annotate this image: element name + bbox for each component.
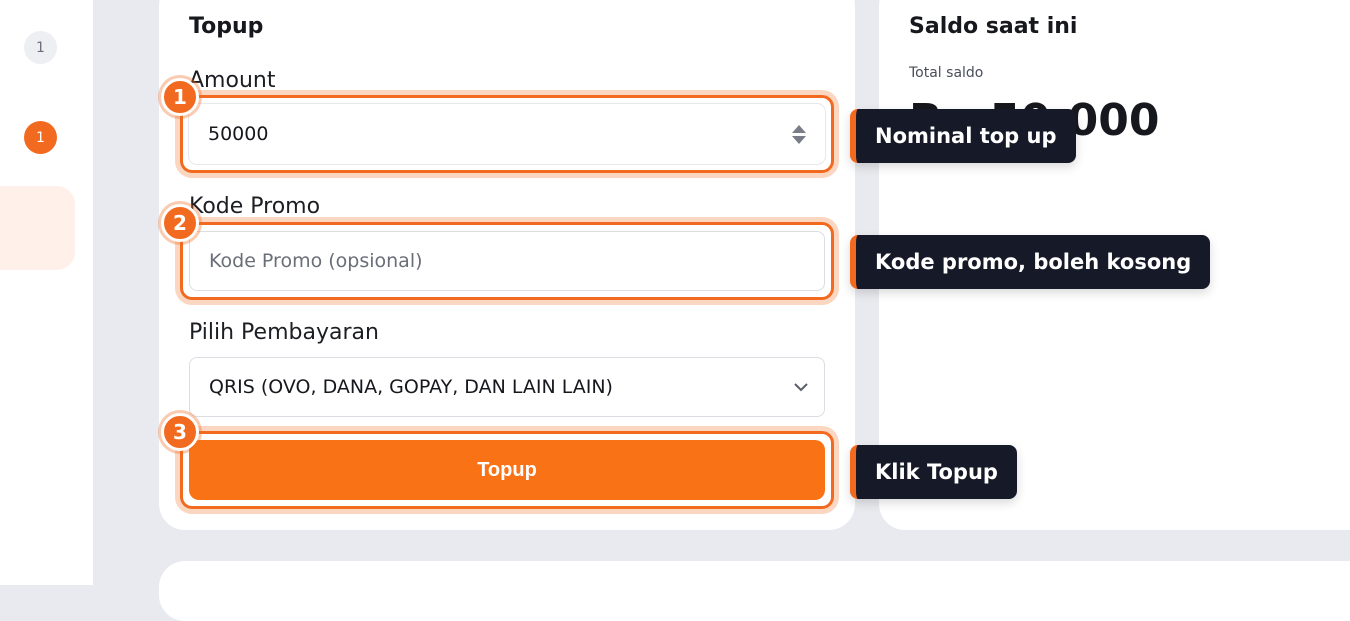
balance-title: Saldo saat ini — [909, 14, 1078, 39]
tour-step-badge-3: 3 — [161, 413, 199, 451]
promo-placeholder: Kode Promo (opsional) — [209, 250, 423, 272]
tour-tooltip-3: Klik Topup — [850, 445, 1017, 499]
payment-label: Pilih Pembayaran — [189, 320, 379, 345]
amount-input[interactable]: 50000 — [189, 104, 825, 164]
tour-step-badge-1: 1 — [161, 78, 199, 116]
payment-select[interactable]: QRIS (OVO, DANA, GOPAY, DAN LAIN LAIN) — [189, 357, 825, 417]
sidebar: 1 1 — [0, 0, 93, 585]
spinner-down-icon[interactable] — [792, 135, 806, 144]
topup-button[interactable]: Topup — [189, 440, 825, 500]
sidebar-notification-badge: 1 — [24, 121, 57, 154]
sidebar-active-item[interactable] — [0, 186, 75, 270]
payment-selected: QRIS (OVO, DANA, GOPAY, DAN LAIN LAIN) — [209, 376, 613, 398]
amount-value: 50000 — [208, 123, 269, 145]
promo-input[interactable]: Kode Promo (opsional) — [189, 231, 825, 291]
total-saldo-label: Total saldo — [909, 65, 984, 81]
topup-title: Topup — [189, 14, 264, 39]
tour-tooltip-1: Nominal top up — [850, 109, 1076, 163]
promo-label: Kode Promo — [189, 194, 321, 219]
amount-label: Amount — [189, 68, 276, 93]
number-spinner-icon[interactable] — [792, 124, 806, 144]
tour-tooltip-2: Kode promo, boleh kosong — [850, 235, 1211, 289]
sidebar-count-badge: 1 — [24, 31, 57, 64]
tour-step-badge-2: 2 — [161, 204, 199, 242]
chevron-down-icon — [793, 381, 808, 393]
lower-card — [159, 561, 1350, 621]
spinner-up-icon[interactable] — [792, 124, 806, 133]
